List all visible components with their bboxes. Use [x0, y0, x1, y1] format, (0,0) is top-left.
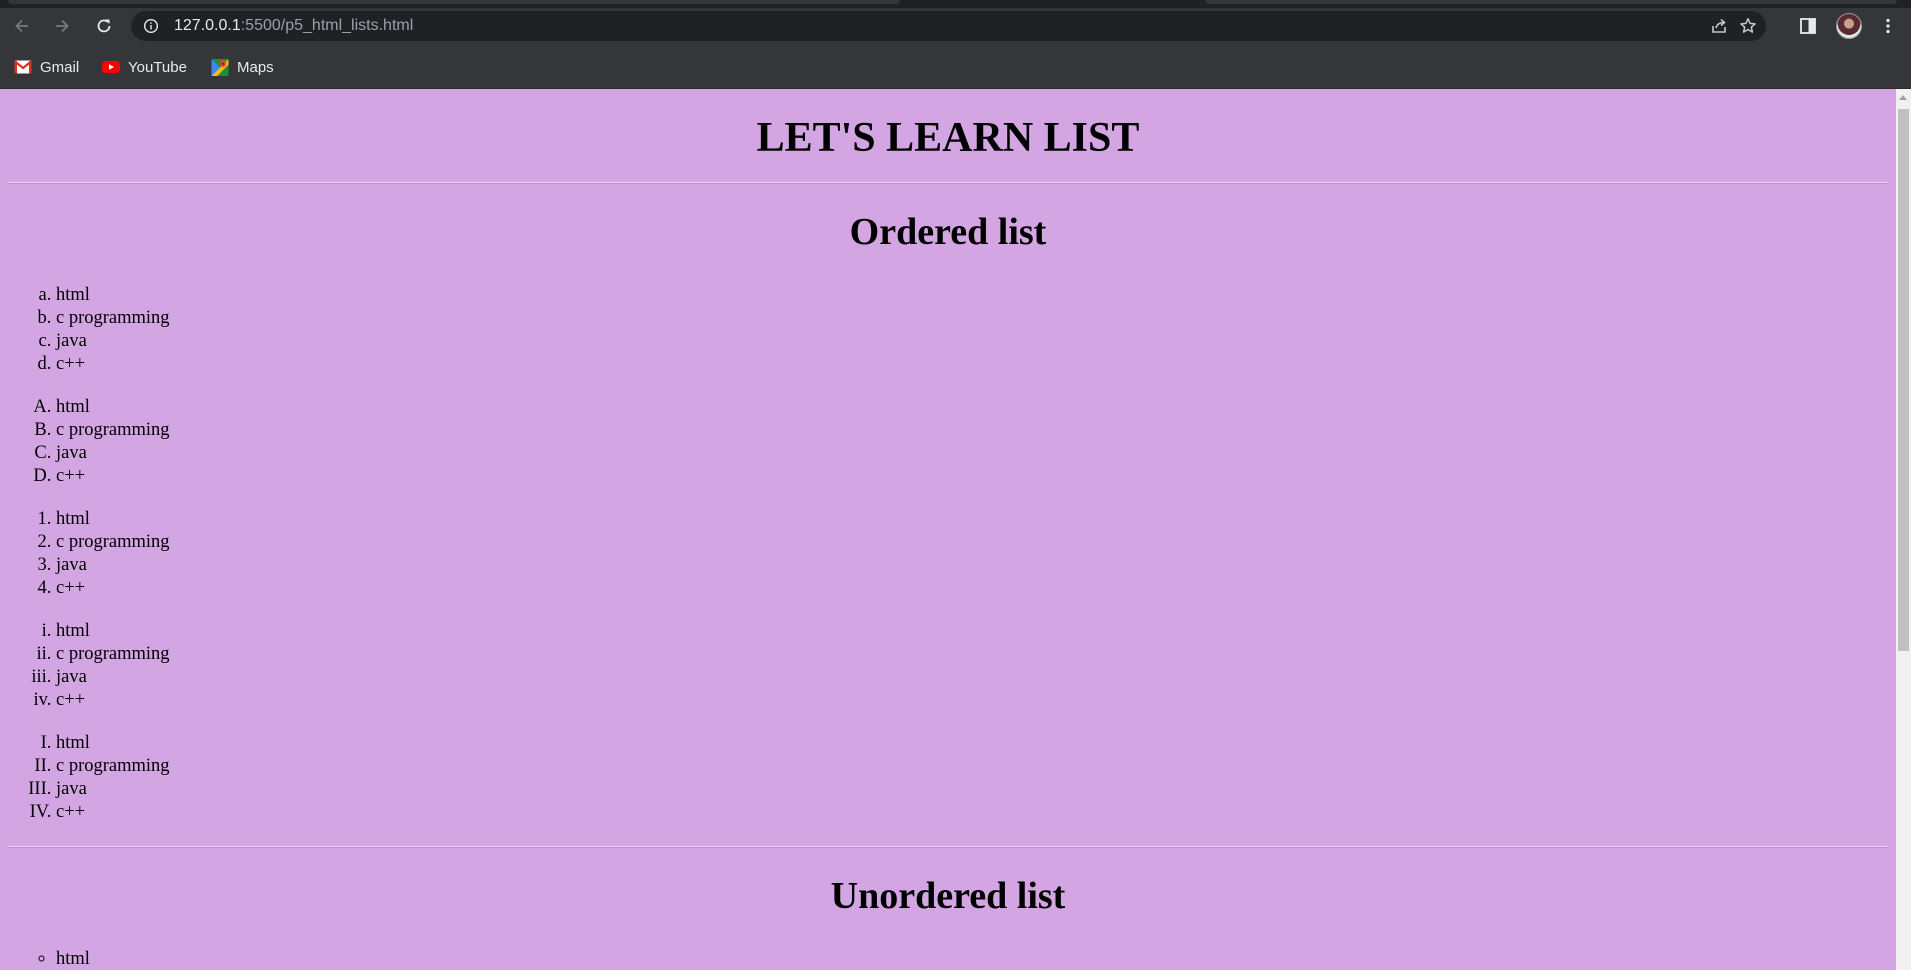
youtube-icon [102, 61, 120, 73]
maps-icon [211, 58, 229, 76]
list-item: c programming [56, 419, 1888, 442]
list-item: java [56, 442, 1888, 465]
browser-toolbar: 127.0.0.1:5500/p5_html_lists.html [0, 8, 1911, 44]
list-item: html [56, 284, 1888, 307]
bookmark-label: Gmail [40, 58, 80, 76]
unordered-list-heading: Unordered list [830, 875, 1066, 917]
scroll-up-arrow-icon[interactable] [1899, 95, 1907, 100]
list-item: java [56, 778, 1888, 801]
chrome-menu-button[interactable] [1876, 14, 1900, 38]
list-item: c++ [56, 801, 1888, 824]
list-item: html [56, 948, 1888, 970]
profile-avatar[interactable] [1836, 13, 1862, 39]
star-icon [1740, 18, 1756, 33]
bookmark-gmail[interactable]: Gmail [14, 57, 79, 77]
list-item: c++ [56, 353, 1888, 376]
tab-edge [1205, 0, 1897, 4]
list-item: c programming [56, 755, 1888, 778]
side-panel-button[interactable] [1796, 14, 1820, 38]
forward-button[interactable] [48, 12, 76, 40]
vertical-scrollbar[interactable] [1896, 89, 1911, 970]
page-title: LET'S LEARN LIST [756, 115, 1140, 161]
list-item: c programming [56, 307, 1888, 330]
more-vert-icon [1886, 18, 1890, 34]
list-item: java [56, 330, 1888, 353]
list-item: c++ [56, 577, 1888, 600]
scrollbar-thumb[interactable] [1898, 109, 1909, 651]
bookmark-youtube[interactable]: YouTube [102, 57, 187, 77]
reload-icon [97, 19, 111, 33]
bookmark-label: YouTube [128, 58, 187, 76]
ordered-list-lower-alpha: html c programming java c++ [8, 284, 1888, 376]
list-item: java [56, 554, 1888, 577]
ordered-list-upper-roman: html c programming java c++ [8, 732, 1888, 824]
ordered-list-lower-roman: html c programming java c++ [8, 620, 1888, 712]
list-item: c programming [56, 643, 1888, 666]
unordered-list: html [8, 948, 1888, 970]
address-bar[interactable]: 127.0.0.1:5500/p5_html_lists.html [131, 11, 1766, 41]
url-path: :5500/p5_html_lists.html [240, 17, 414, 34]
divider [8, 182, 1888, 184]
list-item: html [56, 732, 1888, 755]
ordered-list-heading: Ordered list [849, 211, 1047, 253]
gmail-icon [14, 60, 32, 74]
list-item: java [56, 666, 1888, 689]
ordered-list-numeric: html c programming java c++ [8, 508, 1888, 600]
url-text[interactable]: 127.0.0.1:5500/p5_html_lists.html [174, 17, 413, 35]
bookmark-star-icon[interactable] [1738, 16, 1758, 36]
bookmark-maps[interactable]: Maps [211, 57, 274, 77]
list-item: c++ [56, 689, 1888, 712]
url-host: 127.0.0.1 [174, 17, 241, 34]
list-item: html [56, 508, 1888, 531]
page-body: LET'S LEARN LIST Ordered list html c pro… [0, 89, 1896, 970]
list-item: html [56, 396, 1888, 419]
side-panel-icon [1800, 18, 1816, 34]
site-info-icon[interactable] [143, 18, 159, 34]
share-icon[interactable] [1709, 16, 1729, 36]
divider [8, 846, 1888, 848]
tab-edge [8, 0, 900, 4]
reload-button[interactable] [90, 12, 118, 40]
page-viewport: LET'S LEARN LIST Ordered list html c pro… [0, 89, 1896, 970]
bookmarks-bar: Gmail YouTube Maps [0, 44, 1911, 89]
bookmark-label: Maps [237, 58, 274, 76]
back-arrow-icon [15, 19, 28, 33]
tab-strip [0, 0, 1911, 8]
list-item: c++ [56, 465, 1888, 488]
share-icon-svg [1712, 18, 1726, 33]
ordered-list-upper-alpha: html c programming java c++ [8, 396, 1888, 488]
list-item: c programming [56, 531, 1888, 554]
list-item: html [56, 620, 1888, 643]
forward-arrow-icon [56, 19, 69, 33]
browser-window: 127.0.0.1:5500/p5_html_lists.html Gmail … [0, 0, 1911, 970]
back-button[interactable] [8, 12, 36, 40]
